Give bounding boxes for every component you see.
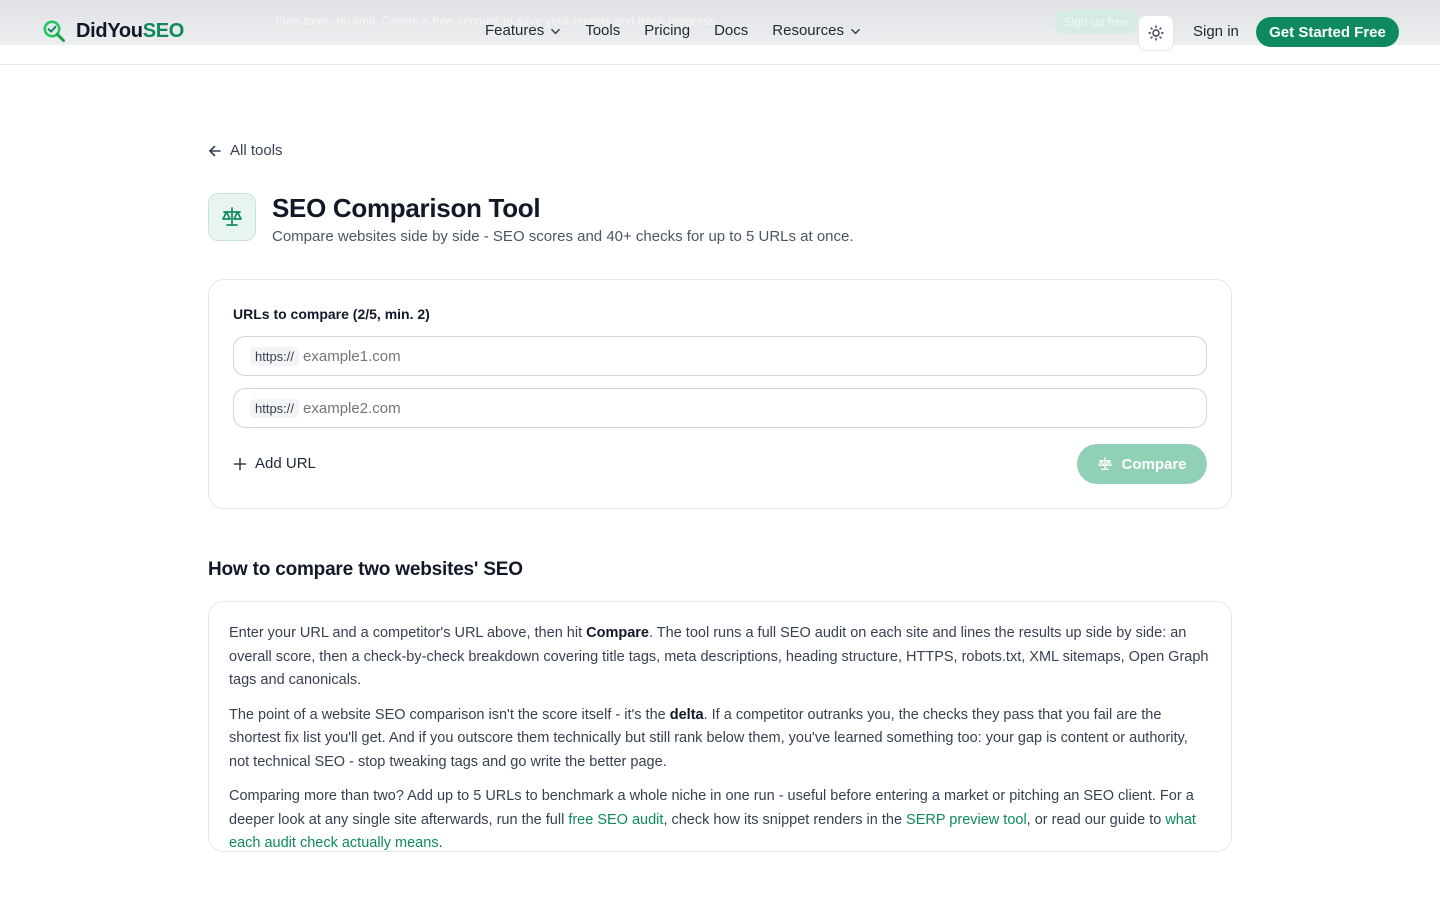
nav-tools[interactable]: Tools: [585, 22, 620, 39]
back-to-tools-link[interactable]: All tools: [208, 142, 283, 159]
howto-heading: How to compare two websites' SEO: [208, 559, 523, 580]
sign-in-link[interactable]: Sign in: [1193, 23, 1239, 40]
back-link-label: All tools: [230, 142, 283, 159]
url-field-2[interactable]: https://: [233, 388, 1207, 428]
emphasis-compare: Compare: [586, 625, 649, 641]
tool-icon-badge: [208, 193, 256, 241]
url-input-1[interactable]: [303, 347, 904, 365]
chevron-down-icon: [851, 28, 860, 34]
nav-resources-label: Resources: [772, 22, 844, 39]
sun-icon: [1148, 25, 1164, 41]
scale-icon: [222, 207, 242, 226]
get-started-button[interactable]: Get Started Free: [1256, 17, 1399, 47]
magnifier-check-icon: [43, 20, 65, 42]
url-field-1[interactable]: https://: [233, 336, 1207, 376]
chevron-down-icon: [551, 28, 561, 34]
url-prefix: https://: [250, 398, 300, 418]
text: .: [438, 835, 443, 851]
promo-signup-button[interactable]: Sign up free: [1054, 10, 1138, 34]
compare-form-card: URLs to compare (2/5, min. 2) https:// h…: [208, 279, 1232, 509]
main-nav: Features Tools Pricing Docs Resources: [485, 22, 885, 39]
nav-tools-label: Tools: [585, 22, 621, 39]
nav-features[interactable]: Features: [485, 22, 561, 39]
logo-text-part2: SEO: [142, 19, 185, 42]
logo[interactable]: DidYouSEO: [42, 19, 184, 43]
text: Enter your URL and a competitor's URL ab…: [229, 625, 587, 641]
howto-paragraph-3: Comparing more than two? Add up to 5 URL…: [229, 785, 1211, 856]
page-title: SEO Comparison Tool: [272, 193, 541, 223]
nav-resources[interactable]: Resources: [772, 22, 861, 39]
text: , or read our guide to: [1026, 811, 1166, 828]
add-url-button[interactable]: Add URL: [233, 455, 316, 472]
urls-label: URLs to compare (2/5, min. 2): [233, 306, 430, 322]
logo-text-part1: DidYou: [76, 19, 143, 42]
page-subtitle: Compare websites side by side - SEO scor…: [272, 228, 854, 245]
compare-button[interactable]: Compare: [1077, 444, 1207, 484]
url-prefix: https://: [250, 346, 300, 366]
site-header: Free tools, no limit. Create a free acco…: [0, 0, 1440, 65]
nav-pricing-label: Pricing: [644, 22, 691, 39]
serp-preview-tool-link[interactable]: SERP preview tool: [906, 812, 1027, 828]
scale-icon: [1098, 457, 1113, 470]
text: , check how its snippet renders in the: [663, 811, 907, 828]
theme-toggle-button[interactable]: [1138, 15, 1174, 51]
nav-docs-label: Docs: [714, 22, 749, 39]
arrow-left-icon: [209, 145, 221, 156]
plus-icon: [233, 457, 247, 470]
emphasis-delta: delta: [669, 706, 704, 723]
logo-text: DidYouSEO: [76, 20, 184, 43]
nav-docs[interactable]: Docs: [714, 22, 748, 39]
free-seo-audit-link[interactable]: free SEO audit: [568, 812, 663, 828]
howto-paragraph-2: The point of a website SEO comparison is…: [229, 704, 1211, 775]
nav-features-label: Features: [485, 22, 545, 39]
url-input-2[interactable]: [303, 399, 904, 417]
text: The point of a website SEO comparison is…: [229, 706, 670, 723]
add-url-label: Add URL: [255, 455, 316, 472]
howto-paragraph-1: Enter your URL and a competitor's URL ab…: [229, 622, 1211, 693]
compare-button-label: Compare: [1121, 455, 1187, 473]
nav-pricing[interactable]: Pricing: [644, 22, 690, 39]
howto-card: Enter your URL and a competitor's URL ab…: [208, 601, 1232, 852]
